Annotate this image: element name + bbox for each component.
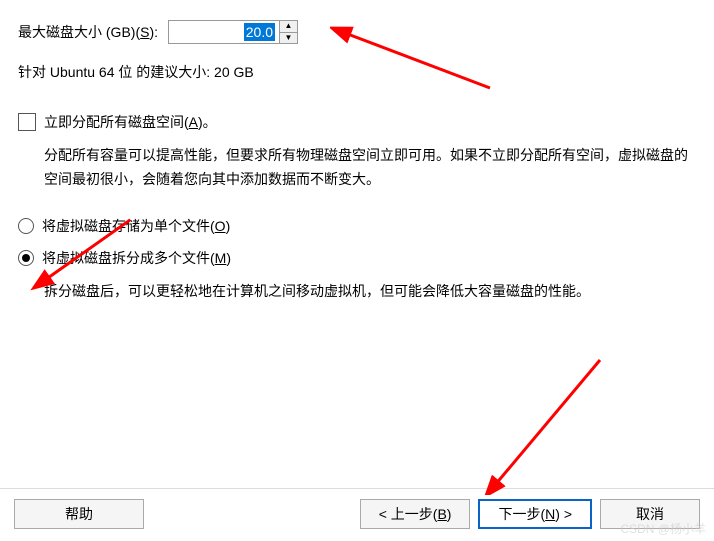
annotation-arrow-icon xyxy=(480,355,610,495)
radio-icon xyxy=(18,250,34,266)
allocate-now-checkbox[interactable]: 立即分配所有磁盘空间(A)。 xyxy=(18,112,696,132)
next-button[interactable]: 下一步(N) > xyxy=(478,499,592,529)
help-button[interactable]: 帮助 xyxy=(14,499,144,529)
store-single-file-radio[interactable]: 将虚拟磁盘存储为单个文件(O) xyxy=(18,216,696,236)
spinner-up-button[interactable]: ▲ xyxy=(280,21,297,33)
store-single-file-label: 将虚拟磁盘存储为单个文件(O) xyxy=(42,216,230,236)
radio-icon xyxy=(18,218,34,234)
recommended-size-text: 针对 Ubuntu 64 位 的建议大小: 20 GB xyxy=(18,62,696,82)
split-files-description: 拆分磁盘后，可以更轻松地在计算机之间移动虚拟机，但可能会降低大容量磁盘的性能。 xyxy=(44,280,696,304)
back-button[interactable]: < 上一步(B) xyxy=(360,499,471,529)
allocate-now-label: 立即分配所有磁盘空间(A)。 xyxy=(44,112,217,132)
button-bar: 帮助 < 上一步(B) 下一步(N) > 取消 xyxy=(0,488,714,533)
split-multiple-files-label: 将虚拟磁盘拆分成多个文件(M) xyxy=(42,248,231,268)
checkbox-icon xyxy=(18,113,36,131)
spinner-down-button[interactable]: ▼ xyxy=(280,33,297,44)
disk-size-label: 最大磁盘大小 (GB)(S): xyxy=(18,22,158,42)
split-multiple-files-radio[interactable]: 将虚拟磁盘拆分成多个文件(M) xyxy=(18,248,696,268)
disk-size-spinner[interactable]: 20.0 ▲ ▼ xyxy=(168,20,298,44)
allocate-now-description: 分配所有容量可以提高性能，但要求所有物理磁盘空间立即可用。如果不立即分配所有空间… xyxy=(44,144,696,192)
disk-size-input[interactable]: 20.0 xyxy=(169,21,279,43)
watermark-text: CSDN @杨小羊 xyxy=(620,520,706,537)
